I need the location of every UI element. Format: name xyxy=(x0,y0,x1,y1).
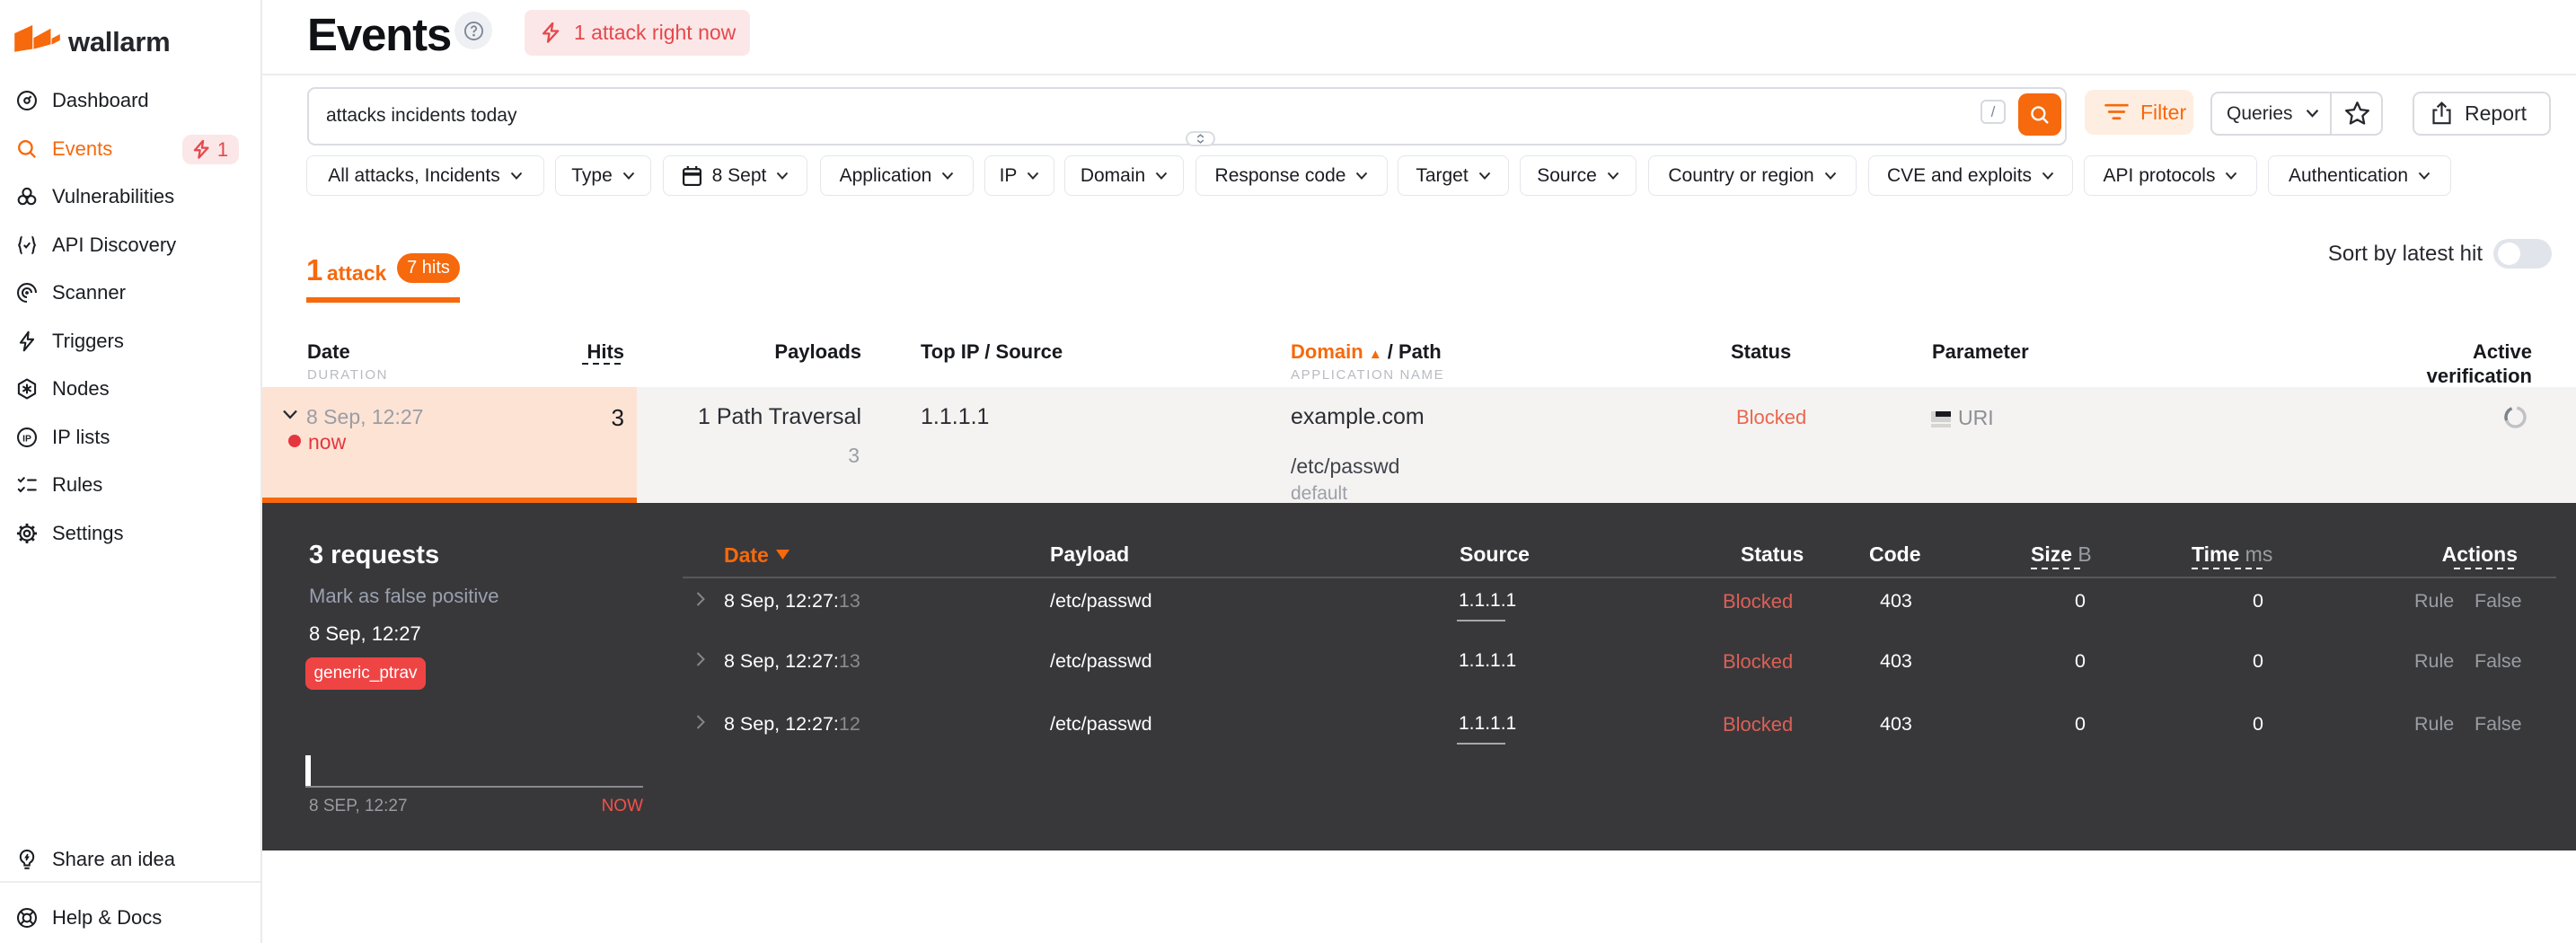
svg-text:IP: IP xyxy=(22,434,31,444)
